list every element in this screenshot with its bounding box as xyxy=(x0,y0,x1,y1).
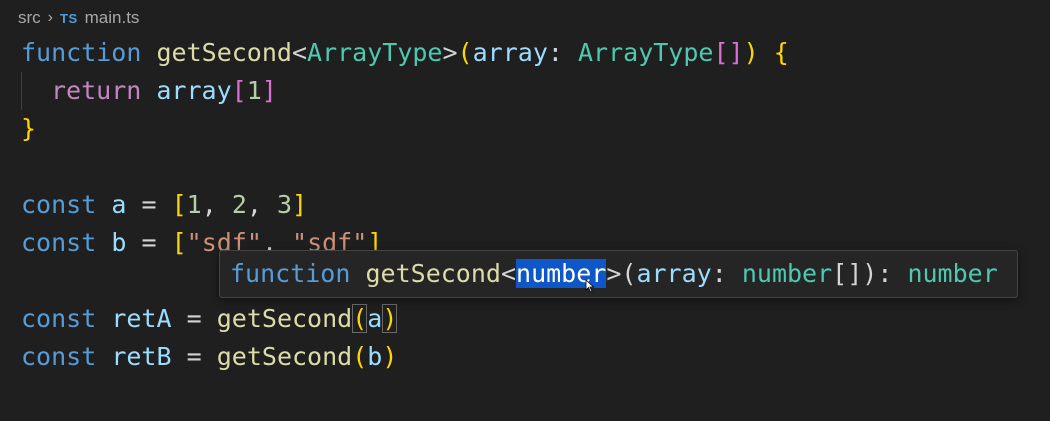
equals: = xyxy=(186,342,202,371)
number: 1 xyxy=(246,76,262,105)
parameter-type: number xyxy=(741,259,833,288)
code-line-8[interactable]: const retA = getSecond(a) xyxy=(21,300,398,338)
keyword: return xyxy=(51,76,142,105)
function-call: getSecond xyxy=(216,342,353,371)
paren-close: ) xyxy=(743,38,759,67)
variable: retA xyxy=(111,304,172,333)
colon: : xyxy=(877,259,893,288)
argument: a xyxy=(367,304,383,333)
variable: a xyxy=(111,190,127,219)
paren-open: ( xyxy=(621,259,637,288)
breadcrumb-file[interactable]: main.ts xyxy=(85,8,140,28)
bracket-open: [ xyxy=(171,228,187,257)
bracket-open: [ xyxy=(231,76,247,105)
type-parameter: ArrayType xyxy=(307,38,443,67)
angle-close: > xyxy=(442,38,458,67)
variable: retB xyxy=(111,342,172,371)
number: 3 xyxy=(276,190,293,219)
equals: = xyxy=(141,190,157,219)
chevron-right-icon: › xyxy=(47,9,53,26)
hover-tooltip: function getSecond< number >(array: number… xyxy=(219,250,1018,298)
breadcrumb: src › TS main.ts xyxy=(18,6,139,30)
code-line-3[interactable]: } xyxy=(21,110,36,148)
mouse-cursor-icon xyxy=(585,279,595,293)
paren-close: ) xyxy=(382,304,398,333)
function-name: getSecond xyxy=(365,259,501,288)
return-type: number xyxy=(907,259,998,288)
brace-open: { xyxy=(773,38,789,67)
number: 1 xyxy=(186,190,202,219)
angle-open: < xyxy=(291,38,308,67)
paren-close: ) xyxy=(382,342,398,371)
parameter-name: array xyxy=(636,259,712,288)
function-call: getSecond xyxy=(216,304,353,333)
breadcrumb-folder[interactable]: src xyxy=(18,8,41,28)
equals: = xyxy=(141,228,157,257)
typescript-file-icon: TS xyxy=(60,10,78,26)
angle-close: > xyxy=(606,259,622,288)
code-line-1[interactable]: function getSecond<ArrayType>(array: Arr… xyxy=(21,34,789,72)
number: 2 xyxy=(231,190,247,219)
keyword: const xyxy=(21,304,97,333)
variable: array xyxy=(156,76,232,105)
parameter-type: ArrayType xyxy=(578,38,714,67)
hover-signature: function getSecond< number >(array: number… xyxy=(230,255,998,293)
bracket-open: [ xyxy=(171,190,187,219)
array-brackets: [] xyxy=(832,259,863,288)
variable: b xyxy=(111,228,127,257)
keyword: function xyxy=(21,38,142,67)
equals: = xyxy=(186,304,202,333)
keyword: function xyxy=(230,259,351,288)
angle-open: < xyxy=(500,259,517,288)
paren-close: ) xyxy=(862,259,878,288)
parameter-name: array xyxy=(472,38,548,67)
function-name: getSecond xyxy=(156,38,292,67)
keyword: const xyxy=(21,190,97,219)
keyword: const xyxy=(21,228,97,257)
colon: : xyxy=(547,38,563,67)
code-line-5[interactable]: const a = [1, 2, 3] xyxy=(21,186,307,224)
paren-open: ( xyxy=(352,342,368,371)
bracket-close: ] xyxy=(261,76,277,105)
brace-close: } xyxy=(21,114,37,143)
keyword: const xyxy=(21,342,97,371)
colon: : xyxy=(711,259,727,288)
code-line-2[interactable]: return array[1] xyxy=(51,72,277,110)
argument: b xyxy=(367,342,383,371)
array-brackets: [] xyxy=(713,38,744,67)
code-line-9[interactable]: const retB = getSecond(b) xyxy=(21,338,397,376)
paren-open: ( xyxy=(352,304,368,333)
indent-guide xyxy=(21,72,22,110)
paren-open: ( xyxy=(457,38,473,67)
code-editor[interactable]: function getSecond<ArrayType>(array: Arr… xyxy=(0,34,1050,421)
bracket-close: ] xyxy=(292,190,308,219)
